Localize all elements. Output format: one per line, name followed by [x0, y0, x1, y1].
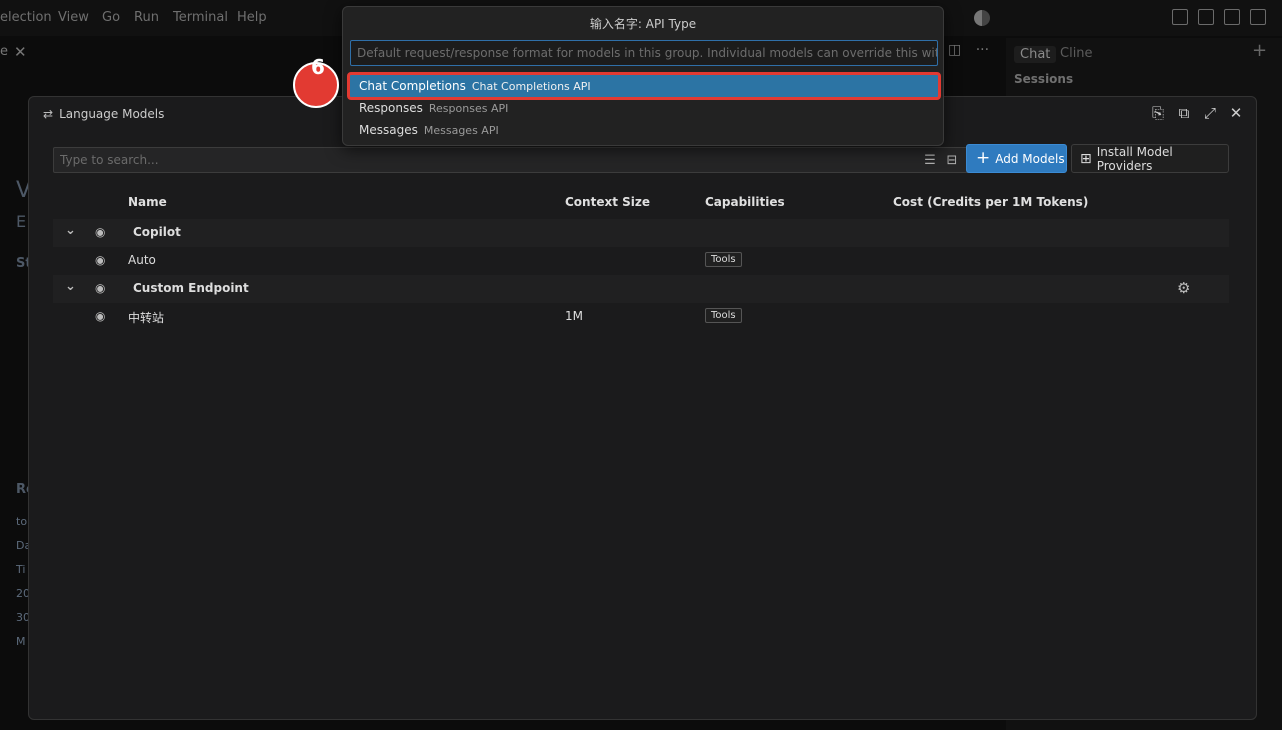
model-search-box: ☰ ⊟ ▽: [53, 147, 987, 173]
context-size: 1M: [565, 309, 583, 323]
quick-pick-input[interactable]: [351, 41, 937, 65]
maximize-icon[interactable]: ⤢: [1202, 104, 1218, 122]
layout-customize-icon[interactable]: [1172, 9, 1188, 25]
peek-text[interactable]: M: [16, 635, 26, 648]
group-name: Copilot: [133, 225, 181, 239]
clear-filter-icon[interactable]: ☰: [922, 151, 938, 169]
layout-controls: [1172, 9, 1266, 25]
peek-text: E: [16, 212, 27, 231]
eye-icon[interactable]: ◉: [95, 225, 105, 239]
column-cost[interactable]: Cost (Credits per 1M Tokens): [893, 195, 1088, 209]
sessions-heading: Sessions: [1014, 72, 1074, 86]
editor-tab[interactable]: e ✕: [0, 38, 34, 66]
item-description: Responses API: [428, 101, 509, 115]
peek-text[interactable]: Ti: [16, 563, 25, 576]
capability-badge: Tools: [705, 252, 742, 267]
settings-sliders-icon: ⇄: [43, 107, 54, 121]
editor-tab-label: e: [0, 44, 8, 59]
item-label: Messages: [359, 123, 418, 137]
model-name: Auto: [128, 253, 156, 267]
item-description: Chat Completions API: [471, 79, 591, 93]
editor-actions: ◫ ···: [948, 42, 989, 58]
toggle-primary-sidebar-icon[interactable]: [1198, 9, 1214, 25]
menu-view[interactable]: View: [58, 10, 89, 25]
install-providers-label: Install Model Providers: [1096, 144, 1173, 173]
extensions-icon: ⊞: [1080, 150, 1092, 167]
tab-chat[interactable]: Chat: [1014, 46, 1057, 63]
gear-icon[interactable]: ⚙: [1177, 279, 1190, 297]
dialog-title-text: Language Models: [59, 107, 165, 121]
eye-icon[interactable]: ◉: [95, 309, 105, 323]
copy-icon[interactable]: ⎘: [1150, 104, 1166, 122]
dialog-title: ⇄ Language Models: [43, 107, 164, 121]
search-input[interactable]: [54, 148, 874, 172]
quick-pick-item-messages[interactable]: Messages Messages API: [350, 119, 938, 141]
close-icon[interactable]: ✕: [14, 43, 27, 61]
add-models-label: Add Models: [995, 151, 1065, 166]
eye-icon[interactable]: ◉: [95, 253, 105, 267]
quick-pick-input-box: [350, 40, 938, 66]
column-capabilities[interactable]: Capabilities: [705, 195, 785, 209]
group-row-copilot[interactable]: ⌄ ◉ Copilot: [53, 219, 1229, 247]
toggle-secondary-sidebar-icon[interactable]: [1250, 9, 1266, 25]
models-table: Name Context Size Capabilities Cost (Cre…: [53, 185, 1229, 331]
capability-badge: Tools: [705, 308, 742, 323]
plus-icon: +: [976, 148, 991, 168]
split-editor-icon[interactable]: ◫: [948, 42, 961, 58]
menu-go[interactable]: Go: [102, 10, 120, 25]
chevron-down-icon[interactable]: ⌄: [65, 279, 76, 294]
item-label: Responses: [359, 101, 423, 115]
item-description: Messages API: [423, 123, 499, 137]
chevron-down-icon[interactable]: ⌄: [65, 223, 76, 238]
peek-text[interactable]: to: [16, 515, 27, 528]
table-row[interactable]: ◉ 中转站 1M Tools: [53, 303, 1229, 331]
quick-pick-title: 输入名字: API Type: [589, 17, 697, 31]
dialog-window-actions: ⎘ ⧉ ⤢ ✕: [1150, 104, 1244, 122]
group-name: Custom Endpoint: [133, 281, 249, 295]
quick-pick: 输入名字: API Type Chat Completions Chat Com…: [342, 6, 944, 146]
menu-selection[interactable]: election: [0, 10, 52, 25]
quick-pick-item-responses[interactable]: Responses Responses API: [350, 97, 938, 119]
step-number: 6: [311, 55, 325, 79]
group-row-custom-endpoint[interactable]: ⌄ ◉ Custom Endpoint ⚙: [53, 275, 1229, 303]
table-row[interactable]: ◉ Auto Tools: [53, 247, 1229, 275]
new-session-icon[interactable]: +: [1252, 40, 1267, 61]
eye-icon[interactable]: ◉: [95, 281, 105, 295]
column-name[interactable]: Name: [128, 195, 167, 209]
toggle-panel-icon[interactable]: [1224, 9, 1240, 25]
copilot-status-icon[interactable]: [974, 10, 990, 26]
close-icon[interactable]: ✕: [1228, 104, 1244, 122]
menu-help[interactable]: Help: [237, 10, 267, 25]
menu-terminal[interactable]: Terminal: [173, 10, 228, 25]
quick-pick-item-chat-completions[interactable]: Chat Completions Chat Completions API: [347, 72, 941, 100]
item-label: Chat Completions: [359, 79, 466, 93]
language-models-dialog: ⇄ Language Models ⎘ ⧉ ⤢ ✕ ☰ ⊟ ▽ + Add Mo…: [28, 96, 1257, 720]
tab-cline[interactable]: Cline: [1060, 46, 1093, 61]
model-name: 中转站: [128, 311, 165, 325]
table-header: Name Context Size Capabilities Cost (Cre…: [53, 185, 1229, 219]
more-actions-icon[interactable]: ···: [976, 42, 989, 58]
pop-out-icon[interactable]: ⧉: [1176, 104, 1192, 122]
step-marker: 6: [293, 55, 339, 108]
install-model-providers-button[interactable]: ⊞ Install Model Providers: [1071, 144, 1229, 173]
collapse-all-icon[interactable]: ⊟: [944, 151, 960, 169]
column-context-size[interactable]: Context Size: [565, 195, 650, 209]
menu-run[interactable]: Run: [134, 10, 159, 25]
add-models-button[interactable]: + Add Models: [966, 144, 1067, 173]
